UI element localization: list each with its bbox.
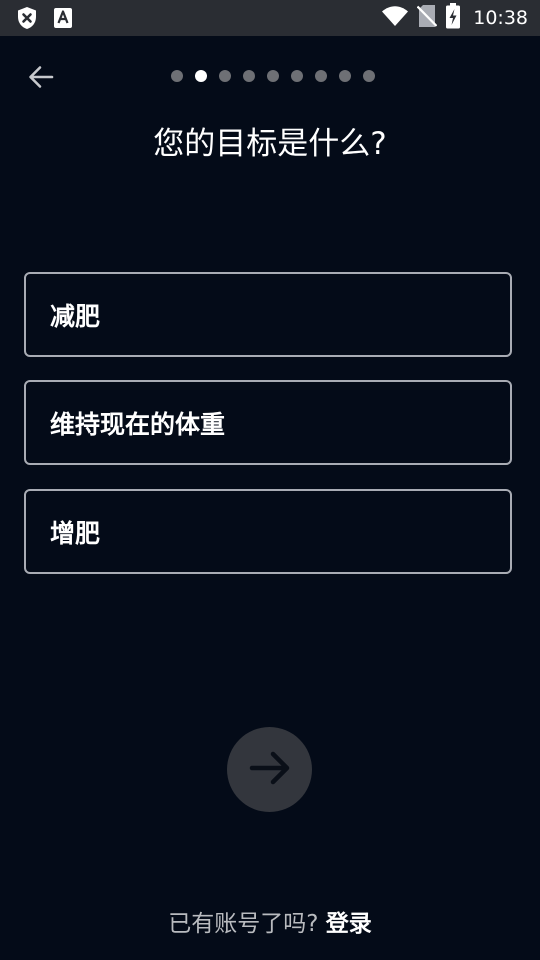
progress-dot (291, 70, 303, 82)
footer: 已有账号了吗? 登录 (0, 904, 540, 938)
option-gain-weight[interactable]: 增肥 (24, 489, 512, 574)
option-maintain-weight[interactable]: 维持现在的体重 (24, 380, 512, 465)
option-label: 增肥 (50, 518, 101, 548)
progress-dot-active (195, 70, 207, 82)
wifi-icon (381, 5, 409, 31)
back-button[interactable] (24, 62, 58, 96)
progress-dot (219, 70, 231, 82)
shield-x-icon (16, 6, 38, 34)
page-title: 您的目标是什么? (153, 126, 387, 162)
arrow-left-icon (27, 63, 55, 95)
next-button[interactable] (227, 727, 312, 812)
arrow-right-icon (247, 745, 293, 795)
status-bar: 10:38 (0, 0, 540, 36)
login-link[interactable]: 登录 (326, 911, 372, 937)
progress-indicator (171, 70, 375, 82)
font-a-icon (53, 6, 73, 34)
battery-charging-icon (445, 3, 461, 33)
progress-dot (315, 70, 327, 82)
option-lose-weight[interactable]: 减肥 (24, 272, 512, 357)
login-prompt: 已有账号了吗? (168, 911, 319, 937)
progress-dot (363, 70, 375, 82)
progress-dot (243, 70, 255, 82)
status-time: 10:38 (473, 7, 528, 29)
option-label: 维持现在的体重 (50, 409, 226, 439)
progress-dot (267, 70, 279, 82)
progress-dot (171, 70, 183, 82)
no-sim-icon (416, 4, 438, 32)
progress-dot (339, 70, 351, 82)
option-label: 减肥 (50, 301, 101, 331)
